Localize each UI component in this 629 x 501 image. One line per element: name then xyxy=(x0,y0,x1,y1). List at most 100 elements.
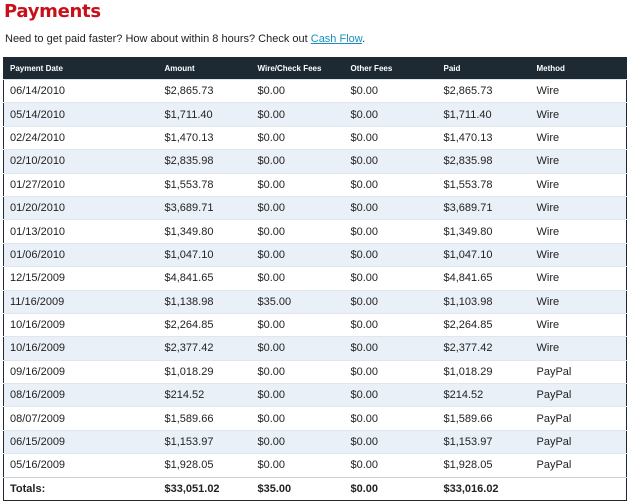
cell-paid: $1,470.13 xyxy=(437,125,531,150)
cell-wire-check-fees: $0.00 xyxy=(251,453,345,478)
cell-other-fees: $0.00 xyxy=(344,172,438,197)
table-row: 10/16/2009 $2,264.85 $0.00 $0.00 $2,264.85 Wi… xyxy=(3,312,627,337)
column-header-wire-check-fees: Wire/Check Fees xyxy=(251,57,345,80)
cell-payment-date: 09/16/2009 xyxy=(3,359,159,384)
cell-wire-check-fees: $0.00 xyxy=(251,149,345,174)
table-row: 05/16/2009 $1,928.05 $0.00 $0.00 $1,928.05 Pa… xyxy=(3,453,627,478)
cell-wire-check-fees: $0.00 xyxy=(251,242,345,267)
cell-wire-check-fees: $0.00 xyxy=(251,219,345,244)
cell-wire-check-fees: $0.00 xyxy=(251,383,345,407)
total-paid: $33,016.02 xyxy=(437,476,531,501)
cell-method: PayPal xyxy=(530,359,627,384)
table-row: 11/16/2009 $1,138.98 $35.00 $0.00 $1,103.98 W… xyxy=(3,289,627,314)
cell-method: PayPal xyxy=(530,406,627,431)
cell-paid: $1,047.10 xyxy=(437,242,531,267)
table-header-row: Payment Date Amount Wire/Check Fees Other F… xyxy=(3,57,627,80)
page-title: Payments xyxy=(4,1,101,22)
cell-payment-date: 02/10/2010 xyxy=(3,149,159,174)
column-header-amount: Amount xyxy=(158,57,252,80)
table-body: 06/14/2010 $2,865.73 $0.00 $0.00 $2,865.73 Wi… xyxy=(3,78,627,478)
cell-method: Wire xyxy=(530,336,627,361)
cell-payment-date: 10/16/2009 xyxy=(3,336,159,361)
cell-payment-date: 05/16/2009 xyxy=(3,453,159,478)
cell-method: Wire xyxy=(530,78,627,103)
cell-other-fees: $0.00 xyxy=(344,453,438,478)
column-header-other-fees: Other Fees xyxy=(344,57,438,80)
cell-wire-check-fees: $0.00 xyxy=(251,195,345,220)
table-row: 08/07/2009 $1,589.66 $0.00 $0.00 $1,589.66 Pa… xyxy=(3,406,627,431)
cell-wire-check-fees: $0.00 xyxy=(251,429,345,454)
cell-other-fees: $0.00 xyxy=(344,242,438,267)
intro-text: Need to get paid faster? How about withi… xyxy=(5,32,365,46)
cell-wire-check-fees: $0.00 xyxy=(251,102,345,127)
table-row: 09/16/2009 $1,018.29 $0.00 $0.00 $1,018.29 Pa… xyxy=(3,359,627,384)
cell-other-fees: $0.00 xyxy=(344,359,438,384)
table-row: 08/16/2009 $214.52 $0.00 $0.00 $214.52 PayPal xyxy=(3,383,627,407)
cell-amount: $4,841.65 xyxy=(158,266,252,291)
cell-amount: $1,047.10 xyxy=(158,242,252,267)
table-row: 01/20/2010 $3,689.71 $0.00 $0.00 $3,689.71 Wi… xyxy=(3,195,627,220)
cell-other-fees: $0.00 xyxy=(344,383,438,407)
cell-payment-date: 12/15/2009 xyxy=(3,266,159,291)
cell-payment-date: 01/27/2010 xyxy=(3,172,159,197)
cell-paid: $2,865.73 xyxy=(437,78,531,103)
cell-wire-check-fees: $35.00 xyxy=(251,289,345,314)
cell-method: Wire xyxy=(530,242,627,267)
cell-paid: $2,264.85 xyxy=(437,312,531,337)
table-row: 02/24/2010 $1,470.13 $0.00 $0.00 $1,470.13 Wi… xyxy=(3,125,627,150)
total-other-fees: $0.00 xyxy=(344,476,438,501)
totals-row: Totals: $33,051.02 $35.00 $0.00 $33,016.02 xyxy=(3,476,627,501)
cell-paid: $214.52 xyxy=(437,383,531,407)
table-row: 10/16/2009 $2,377.42 $0.00 $0.00 $2,377.42 Wi… xyxy=(3,336,627,361)
totals-label: Totals: xyxy=(3,476,159,501)
cell-method: Wire xyxy=(530,172,627,197)
cell-paid: $4,841.65 xyxy=(437,266,531,291)
cell-payment-date: 08/16/2009 xyxy=(3,383,159,407)
cell-paid: $1,349.80 xyxy=(437,219,531,244)
table-row: 01/06/2010 $1,047.10 $0.00 $0.00 $1,047.10 Wi… xyxy=(3,242,627,267)
cell-amount: $1,928.05 xyxy=(158,453,252,478)
column-header-payment-date: Payment Date xyxy=(3,57,159,80)
cell-paid: $1,553.78 xyxy=(437,172,531,197)
cell-paid: $1,103.98 xyxy=(437,289,531,314)
cell-amount: $1,138.98 xyxy=(158,289,252,314)
payments-table: Payment Date Amount Wire/Check Fees Other F… xyxy=(3,57,627,501)
cell-amount: $1,018.29 xyxy=(158,359,252,384)
cell-payment-date: 01/06/2010 xyxy=(3,242,159,267)
total-wire-check-fees: $35.00 xyxy=(251,476,345,501)
cell-amount: $1,153.97 xyxy=(158,429,252,454)
cell-payment-date: 11/16/2009 xyxy=(3,289,159,314)
column-header-paid: Paid xyxy=(437,57,531,80)
cell-method: Wire xyxy=(530,149,627,174)
cell-wire-check-fees: $0.00 xyxy=(251,312,345,337)
cell-wire-check-fees: $0.00 xyxy=(251,78,345,103)
cell-wire-check-fees: $0.00 xyxy=(251,359,345,384)
intro-message: Need to get paid faster? How about withi… xyxy=(5,33,311,45)
cell-amount: $2,865.73 xyxy=(158,78,252,103)
table-row: 01/27/2010 $1,553.78 $0.00 $0.00 $1,553.78 Wi… xyxy=(3,172,627,197)
cell-other-fees: $0.00 xyxy=(344,78,438,103)
cell-method: Wire xyxy=(530,289,627,314)
cell-amount: $1,553.78 xyxy=(158,172,252,197)
total-amount: $33,051.02 xyxy=(158,476,252,501)
cell-amount: $3,689.71 xyxy=(158,195,252,220)
cell-other-fees: $0.00 xyxy=(344,125,438,150)
cell-method: PayPal xyxy=(530,383,627,407)
cell-payment-date: 10/16/2009 xyxy=(3,312,159,337)
cell-wire-check-fees: $0.00 xyxy=(251,125,345,150)
cell-method: PayPal xyxy=(530,453,627,478)
cell-method: Wire xyxy=(530,102,627,127)
cell-paid: $1,928.05 xyxy=(437,453,531,478)
table-row: 06/15/2009 $1,153.97 $0.00 $0.00 $1,153.97 Pa… xyxy=(3,429,627,454)
cell-amount: $214.52 xyxy=(158,383,252,407)
cell-method: Wire xyxy=(530,195,627,220)
cell-other-fees: $0.00 xyxy=(344,336,438,361)
cell-paid: $2,377.42 xyxy=(437,336,531,361)
cell-amount: $1,711.40 xyxy=(158,102,252,127)
cell-other-fees: $0.00 xyxy=(344,195,438,220)
cell-wire-check-fees: $0.00 xyxy=(251,406,345,431)
cell-payment-date: 02/24/2010 xyxy=(3,125,159,150)
cash-flow-link[interactable]: Cash Flow xyxy=(311,33,362,45)
cell-paid: $1,711.40 xyxy=(437,102,531,127)
cell-amount: $2,264.85 xyxy=(158,312,252,337)
